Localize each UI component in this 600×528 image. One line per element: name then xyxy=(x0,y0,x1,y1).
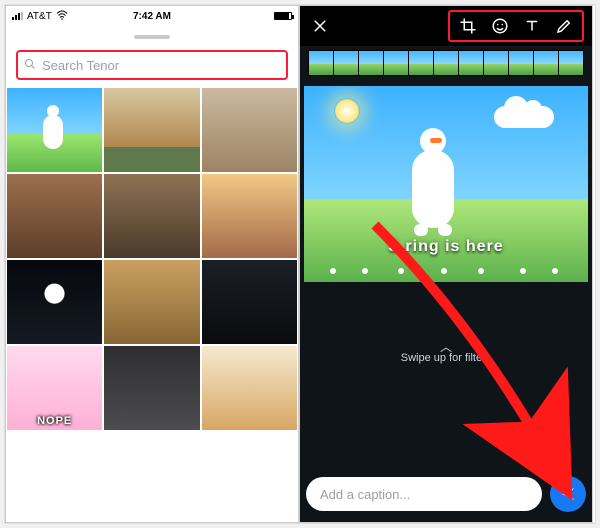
carrier-label: AT&T xyxy=(27,11,52,22)
media-preview[interactable]: S ring is here xyxy=(304,86,588,282)
search-input[interactable] xyxy=(42,58,280,73)
gif-caption: NOPE xyxy=(7,415,102,427)
gif-tile[interactable] xyxy=(104,88,199,172)
sheet-grabber-row xyxy=(6,26,298,48)
media-editor-screen: S ring is here ︿ Swipe up for filters xyxy=(299,5,593,523)
clock-label: 7:42 AM xyxy=(105,11,198,22)
emoji-tool[interactable] xyxy=(484,12,516,40)
gif-tile[interactable]: NOPE xyxy=(7,346,102,430)
gif-tile[interactable] xyxy=(104,174,199,258)
gif-tile[interactable] xyxy=(202,88,297,172)
text-tool[interactable] xyxy=(516,12,548,40)
editor-tools xyxy=(448,10,584,42)
battery-icon xyxy=(274,12,292,20)
editor-toolbar xyxy=(300,6,592,46)
gif-tile[interactable] xyxy=(7,260,102,344)
gif-tile[interactable] xyxy=(202,260,297,344)
gif-tile[interactable] xyxy=(7,88,102,172)
crop-tool[interactable] xyxy=(452,12,484,40)
gif-grid: NOPE xyxy=(6,88,298,430)
swipe-hint-label: Swipe up for filters xyxy=(401,352,491,364)
close-button[interactable] xyxy=(308,14,332,38)
gif-tile[interactable] xyxy=(202,174,297,258)
tenor-search-field[interactable] xyxy=(16,50,288,80)
wifi-icon xyxy=(56,10,68,23)
swipe-hint[interactable]: ︿ Swipe up for filters xyxy=(300,342,592,364)
gif-tile[interactable] xyxy=(104,346,199,430)
gif-tile[interactable] xyxy=(7,174,102,258)
chevron-up-icon: ︿ xyxy=(300,342,592,352)
preview-overlay-text: S ring is here xyxy=(304,238,588,256)
signal-icon xyxy=(12,12,23,20)
status-bar: AT&T 7:42 AM xyxy=(6,6,298,26)
draw-tool[interactable] xyxy=(548,12,580,40)
tenor-picker-screen: AT&T 7:42 AM xyxy=(5,5,299,523)
caption-row xyxy=(306,476,586,512)
gif-tile[interactable] xyxy=(202,346,297,430)
caption-input[interactable] xyxy=(306,477,542,511)
gif-tile[interactable] xyxy=(104,260,199,344)
send-button[interactable] xyxy=(550,476,586,512)
trim-strip[interactable] xyxy=(308,50,584,76)
search-icon xyxy=(24,58,36,73)
sheet-grabber[interactable] xyxy=(134,35,170,39)
